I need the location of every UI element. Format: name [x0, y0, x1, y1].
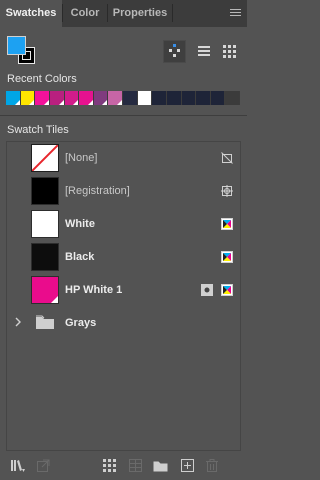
swatch-name: [None]: [65, 152, 98, 164]
recent-color-swatch[interactable]: [123, 91, 138, 105]
color-group-name: Grays: [65, 317, 97, 329]
swatch-name: HP White 1: [65, 284, 123, 296]
recent-colors-label: Recent Colors: [7, 73, 77, 85]
fill-swatch[interactable]: [7, 36, 26, 55]
hp-white-1-swatch-chip: [31, 276, 59, 304]
recent-color-swatch[interactable]: [79, 91, 94, 105]
tab-divider: [172, 4, 173, 22]
recent-color-swatch[interactable]: [210, 91, 226, 105]
global-corner-icon: [14, 100, 20, 105]
global-corner-icon: [58, 100, 64, 105]
panel-tab-bar: Swatches Color Properties: [0, 0, 247, 27]
spot-color-icon: [201, 284, 213, 296]
swatch-row-none[interactable]: [None]: [7, 142, 240, 175]
recent-color-swatch[interactable]: [166, 91, 182, 105]
recent-color-swatch[interactable]: [181, 91, 197, 105]
new-swatch-icon[interactable]: [181, 459, 194, 472]
swatch-row-hp-white-1[interactable]: HP White 1: [7, 274, 240, 307]
recent-colors-strip: [6, 91, 240, 105]
thumbnail-view-icon[interactable]: [218, 40, 241, 63]
black-swatch-chip: [31, 243, 59, 271]
global-corner-icon: [102, 100, 108, 105]
delete-swatch-icon[interactable]: [206, 459, 219, 472]
swatch-list: [None] [Registration] White Black HP Whi…: [6, 141, 241, 451]
new-color-group-icon[interactable]: [153, 459, 168, 472]
chevron-right-icon[interactable]: [14, 317, 22, 327]
recent-color-swatch[interactable]: [137, 91, 153, 105]
global-corner-icon: [117, 100, 122, 105]
recent-color-swatch[interactable]: [35, 91, 50, 105]
global-corner-icon: [51, 296, 58, 303]
swatch-row-white[interactable]: White: [7, 208, 240, 241]
recent-color-swatch[interactable]: [108, 91, 123, 105]
none-swatch-chip: [31, 144, 59, 172]
swatch-row-black[interactable]: Black: [7, 241, 240, 274]
swatch-row-registration[interactable]: [Registration]: [7, 175, 240, 208]
swatch-options-icon[interactable]: [129, 459, 142, 472]
tab-swatches[interactable]: Swatches: [0, 0, 62, 27]
global-corner-icon: [29, 100, 35, 105]
tab-properties[interactable]: Properties: [108, 0, 172, 27]
divider: [0, 115, 247, 116]
folder-icon: [35, 314, 55, 330]
show-swatch-kinds-icon[interactable]: [103, 459, 116, 472]
registration-target-icon: [221, 185, 233, 197]
place-swatches-icon[interactable]: [37, 459, 50, 472]
recent-color-swatch[interactable]: [152, 91, 167, 105]
registration-swatch-chip: [31, 177, 59, 205]
swatch-libraries-menu-icon[interactable]: [11, 459, 25, 472]
process-color-icon: [221, 218, 233, 230]
swatch-tiles-label: Swatch Tiles: [7, 124, 69, 136]
recent-color-swatch[interactable]: [20, 91, 36, 105]
global-corner-icon: [43, 100, 49, 105]
recent-color-swatch[interactable]: [93, 91, 109, 105]
recent-color-swatch[interactable]: [6, 91, 21, 105]
recent-color-swatch[interactable]: [225, 91, 240, 105]
process-color-icon: [221, 284, 233, 296]
color-group-grays[interactable]: Grays: [7, 307, 240, 340]
process-color-icon: [221, 251, 233, 263]
tab-color[interactable]: Color: [63, 0, 107, 27]
swatch-name: Black: [65, 251, 95, 263]
bottom-toolbar: [0, 451, 247, 480]
list-view-icon[interactable]: [193, 40, 216, 63]
global-corner-icon: [87, 100, 93, 105]
white-swatch-chip: [31, 210, 59, 238]
recent-color-swatch[interactable]: [64, 91, 80, 105]
swatch-name: White: [65, 218, 95, 230]
panel-menu-icon[interactable]: [230, 9, 241, 18]
global-corner-icon: [73, 100, 79, 105]
recent-color-swatch[interactable]: [49, 91, 65, 105]
fill-stroke-widget[interactable]: [7, 36, 37, 66]
swatch-name: [Registration]: [65, 185, 130, 197]
no-print-icon: [221, 152, 233, 164]
recent-color-swatch[interactable]: [196, 91, 211, 105]
show-find-field-icon[interactable]: [163, 40, 186, 63]
